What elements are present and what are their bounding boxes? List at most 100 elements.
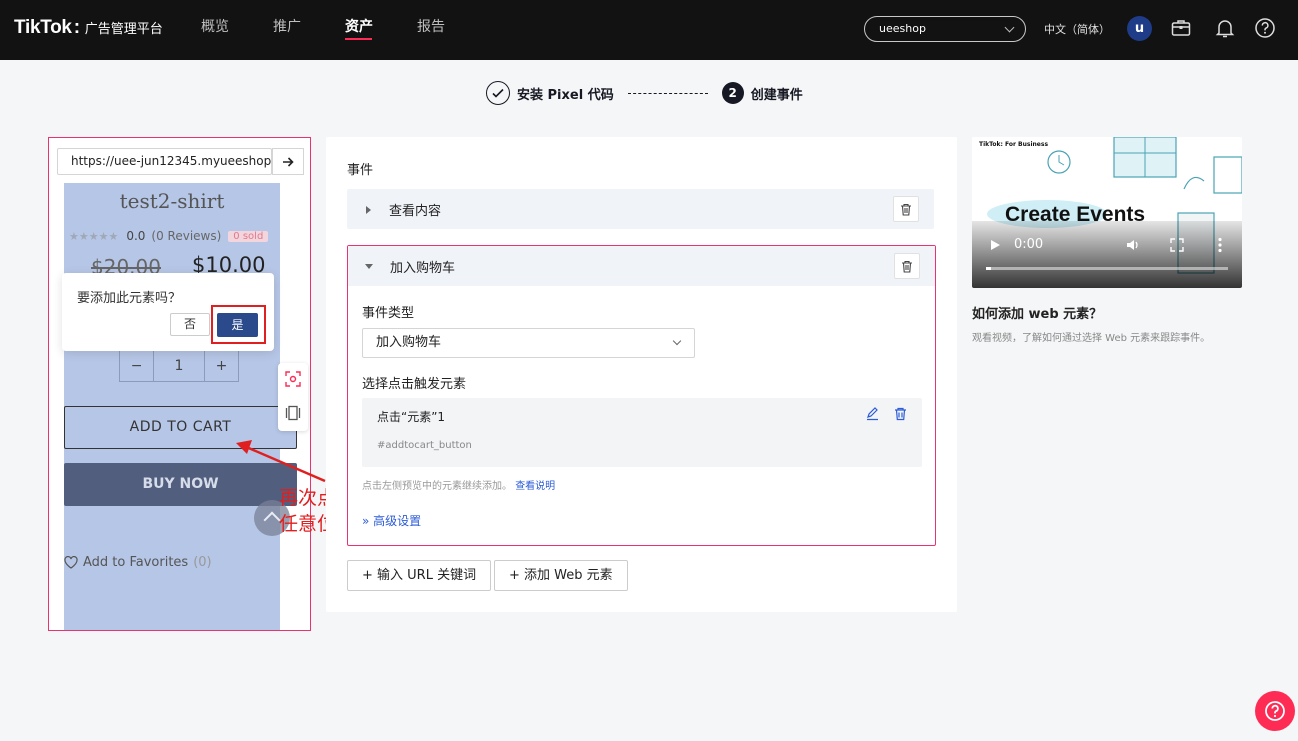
help-video-player[interactable]: TikTok: For Business Create Events 0:00 — [972, 137, 1242, 288]
preview-url-input[interactable]: https://uee-jun12345.myueeshop.com — [57, 148, 272, 175]
volume-icon[interactable] — [1126, 238, 1140, 252]
account-name: ueeshop — [879, 22, 926, 35]
more-options-icon[interactable] — [1217, 237, 1223, 253]
hint-text: 点击左侧预览中的元素继续添加。 — [362, 481, 512, 492]
delete-event-button[interactable] — [894, 253, 920, 279]
events-title: 事件 — [347, 163, 374, 178]
trash-icon — [902, 260, 912, 273]
caret-right-icon — [366, 206, 371, 214]
advanced-settings-toggle[interactable]: » 高级设置 — [362, 512, 421, 529]
view-instructions-link[interactable]: 查看说明 — [515, 481, 555, 492]
main-nav: 概览 推广 资产 报告 — [201, 0, 489, 60]
trash-icon — [901, 203, 911, 216]
select-element-icon[interactable] — [284, 370, 302, 388]
help-icon[interactable] — [1254, 17, 1276, 39]
add-web-element-button[interactable]: + 添加 Web 元素 — [494, 560, 628, 591]
event-type-select[interactable]: 加入购物车 — [362, 328, 695, 358]
nav-promote[interactable]: 推广 — [273, 0, 345, 60]
rating-count: (0 Reviews) — [151, 229, 222, 243]
step-divider — [627, 92, 708, 94]
brand-colon: : — [73, 17, 80, 38]
yes-highlight-box — [211, 305, 266, 344]
step-2-label: 创建事件 — [750, 87, 803, 103]
trigger-element-card: 点击“元素”1 #addtocart_button — [362, 398, 922, 467]
add-element-hint: 点击左侧预览中的元素继续添加。 查看说明 — [362, 477, 555, 492]
add-url-keyword-label: 输入 URL 关键词 — [377, 568, 477, 583]
element-selector: #addtocart_button — [377, 440, 472, 451]
event-add-to-cart: 加入购物车 事件类型 加入购物车 选择点击触发元素 点击“元素”1 #addto… — [347, 245, 936, 546]
trigger-element-label: 选择点击触发元素 — [362, 377, 467, 392]
brand-name: TikTok — [14, 17, 72, 38]
chevron-down-icon — [672, 336, 682, 346]
tiktok-logo[interactable]: TikTok: 广告管理平台 — [14, 17, 163, 39]
preview-page[interactable]: test2-shirt ★★★★★ 0.0 (0 Reviews) 0 sold… — [64, 183, 297, 630]
add-web-element-label: 添加 Web 元素 — [524, 568, 613, 583]
buy-now-button[interactable]: BUY NOW — [64, 463, 297, 506]
add-to-cart-button[interactable]: ADD TO CART — [64, 406, 297, 449]
qty-plus-button[interactable]: + — [205, 351, 238, 381]
favorites-count: (0) — [193, 555, 212, 570]
fullscreen-icon[interactable] — [1170, 238, 1184, 252]
briefcase-icon[interactable] — [1170, 17, 1192, 39]
element-name: 点击“元素”1 — [377, 410, 446, 424]
trash-icon[interactable] — [893, 406, 908, 421]
help-fab-button[interactable] — [1255, 691, 1295, 731]
account-select[interactable]: ueeshop — [864, 16, 1026, 42]
favorites-label: Add to Favorites — [83, 555, 189, 570]
bell-icon[interactable] — [1214, 17, 1236, 39]
video-progress-bar[interactable] — [986, 267, 1228, 270]
video-progress-fill — [986, 267, 991, 270]
events-panel: 事件 查看内容 加入购物车 事件类型 加入购物车 选择点击触发元素 点击“元素”… — [326, 137, 957, 612]
product-title[interactable]: test2-shirt — [64, 189, 280, 213]
rating-score: 0.0 — [126, 229, 146, 243]
add-to-favorites[interactable]: Add to Favorites (0) — [64, 555, 212, 570]
double-chevron-down-icon: » — [362, 514, 370, 528]
step-indicator: 安装 Pixel 代码 2 创建事件 — [486, 80, 803, 106]
arrow-right-icon — [283, 156, 294, 167]
help-title: 如何添加 web 元素？ — [972, 307, 1103, 322]
event-name: 加入购物车 — [390, 261, 456, 276]
plus-icon: + — [509, 568, 525, 583]
help-description: 观看视频，了解如何通过选择 Web 元素来跟踪事件。 — [972, 333, 1211, 344]
video-brand: TikTok: For Business — [979, 141, 1049, 148]
qty-value[interactable]: 1 — [153, 351, 205, 381]
nav-overview[interactable]: 概览 — [201, 0, 273, 60]
event-view-content[interactable]: 查看内容 — [347, 189, 934, 229]
event-type-value: 加入购物车 — [376, 335, 442, 350]
video-controls — [972, 221, 1242, 288]
chevron-down-icon — [1004, 22, 1015, 33]
delete-event-button[interactable] — [893, 196, 919, 222]
check-icon — [486, 81, 510, 105]
step-1-label: 安装 Pixel 代码 — [517, 87, 614, 103]
event-header[interactable]: 加入购物车 — [348, 246, 935, 286]
sold-badge: 0 sold — [228, 230, 269, 242]
browse-mode-icon[interactable] — [284, 404, 302, 422]
plus-icon: + — [362, 568, 378, 583]
caret-down-icon — [365, 264, 373, 269]
qty-minus-button[interactable]: − — [120, 351, 153, 381]
video-time: 0:00 — [1014, 237, 1044, 252]
event-type-label: 事件类型 — [362, 306, 415, 321]
event-name: 查看内容 — [389, 204, 442, 219]
edit-icon[interactable] — [865, 406, 880, 421]
star-rating-icon: ★★★★★ — [69, 229, 119, 243]
go-button[interactable] — [272, 148, 304, 175]
avatar[interactable]: u — [1127, 16, 1152, 41]
confirm-no-button[interactable]: 否 — [170, 313, 210, 336]
nav-assets[interactable]: 资产 — [345, 0, 417, 60]
confirm-question: 要添加此元素吗？ — [77, 291, 182, 306]
quantity-stepper[interactable]: − 1 + — [119, 350, 239, 382]
brand-subtitle: 广告管理平台 — [84, 22, 163, 37]
product-rating[interactable]: ★★★★★ 0.0 (0 Reviews) 0 sold — [69, 229, 269, 243]
preview-tools — [278, 363, 308, 431]
nav-reports[interactable]: 报告 — [417, 0, 489, 60]
heart-icon — [64, 556, 78, 569]
play-icon[interactable] — [989, 239, 1001, 251]
language-switch[interactable]: 中文（简体） — [1044, 21, 1110, 37]
top-nav-bar: TikTok: 广告管理平台 概览 推广 资产 报告 ueeshop 中文（简体… — [0, 0, 1298, 60]
step-2-number: 2 — [721, 82, 744, 104]
add-url-keyword-button[interactable]: + 输入 URL 关键词 — [347, 560, 492, 591]
help-icon — [1265, 701, 1285, 721]
advanced-settings-label: 高级设置 — [373, 514, 422, 528]
site-preview-panel: https://uee-jun12345.myueeshop.com test2… — [48, 137, 311, 631]
